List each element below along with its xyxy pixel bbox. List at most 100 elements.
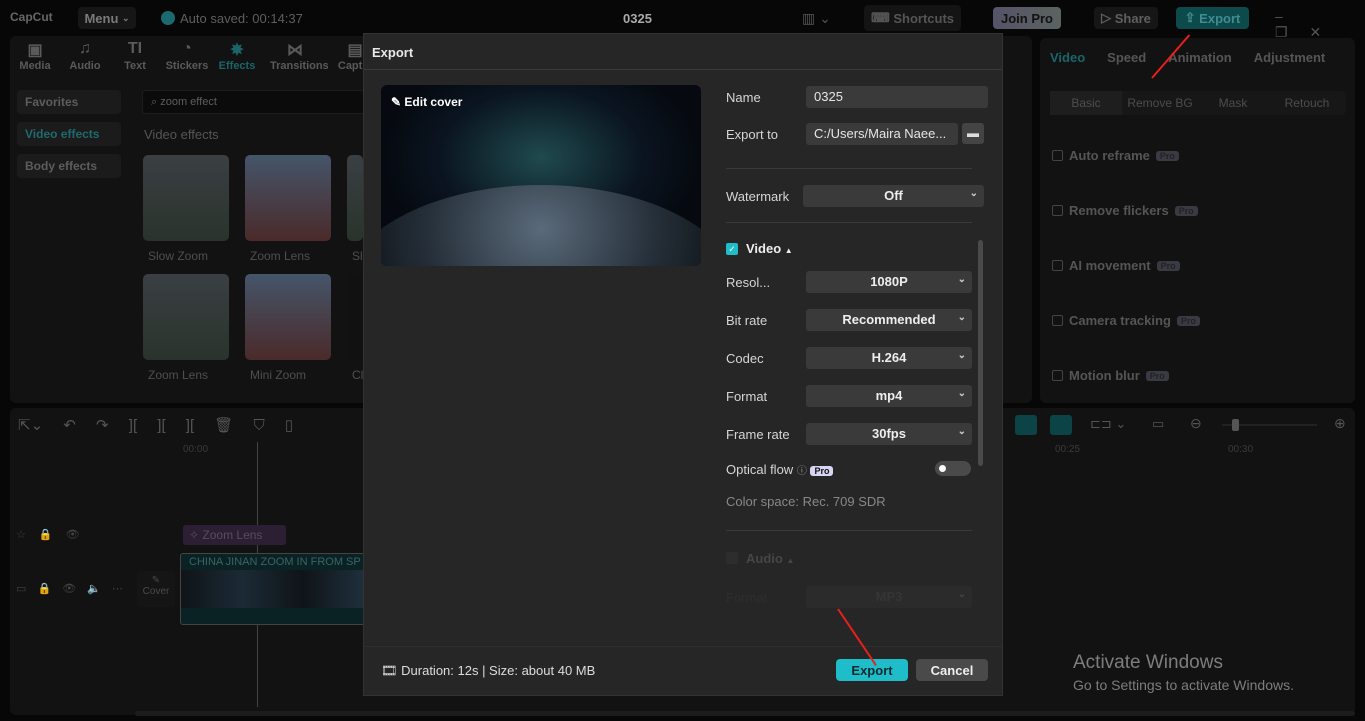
shortcuts-button[interactable]: ⌨ Shortcuts xyxy=(864,5,961,31)
video-section-title[interactable]: Video ▲ xyxy=(746,241,793,256)
window-controls[interactable]: –❐✕ xyxy=(1275,8,1365,41)
search-input[interactable]: ⌕ zoom effect xyxy=(142,90,372,114)
watermark-value: Off xyxy=(884,188,903,203)
video-clip[interactable]: CHINA JINAN ZOOM IN FROM SP xyxy=(180,553,365,625)
zoom-out-icon[interactable]: ⊖ xyxy=(1190,415,1202,432)
video-track-controls[interactable]: ▭ 🔒 👁 🔈 ⋯ xyxy=(16,582,123,595)
checkbox[interactable] xyxy=(1052,370,1063,381)
export-top-button[interactable]: ⇪ Export xyxy=(1176,7,1249,29)
setting-select[interactable]: 30fps ⌄ xyxy=(806,423,972,445)
timeline-scrollbar[interactable] xyxy=(135,711,1355,716)
chevron-down-icon: ⌄ xyxy=(969,188,978,199)
sidebar-item-video-effects[interactable]: Video effects xyxy=(17,122,121,146)
audio-section-title[interactable]: Audio ▲ xyxy=(746,551,794,566)
checkbox[interactable] xyxy=(1052,150,1063,161)
option-remove-flickers[interactable]: Remove flickers Pro xyxy=(1052,203,1198,218)
tab-label: Transitions xyxy=(270,60,329,72)
setting-select[interactable]: H.264 ⌄ xyxy=(806,347,972,369)
setting-select[interactable]: Recommended ⌄ xyxy=(806,309,972,331)
audio-format-value: MP3 xyxy=(875,589,903,604)
tab-label: Media xyxy=(19,60,51,72)
tab-text[interactable]: TI Text xyxy=(110,40,160,72)
effect-label: Mini Zoom xyxy=(250,368,307,382)
name-input[interactable]: 0325 xyxy=(806,86,988,108)
tab-speed[interactable]: Speed xyxy=(1107,50,1146,65)
audio-format-select[interactable]: MP3 ⌄ xyxy=(806,586,972,608)
tab-effects[interactable]: ✸ Effects xyxy=(212,40,262,72)
tab-stickers[interactable]: ◔ Stickers xyxy=(162,40,212,72)
folder-icon[interactable]: ▬ xyxy=(962,123,984,144)
tab-label: Effects xyxy=(218,60,256,72)
setting-label: Format xyxy=(726,389,768,404)
video-clip-label: CHINA JINAN ZOOM IN FROM SP xyxy=(189,556,361,568)
chevron-down-icon: ⌄ xyxy=(122,12,130,23)
tab-transitions[interactable]: ⋈ Transitions xyxy=(270,40,329,72)
effect-thumb-zoom-lens-2[interactable] xyxy=(143,274,229,360)
subtab-retouch[interactable]: Retouch xyxy=(1268,91,1346,115)
tick-label: 00:30 xyxy=(1228,444,1254,455)
option-motion-blur[interactable]: Motion blur Pro xyxy=(1052,368,1169,383)
share-button[interactable]: ▷ Share xyxy=(1094,7,1158,29)
sidebar-item-favorites[interactable]: Favorites xyxy=(17,90,121,114)
earth-image xyxy=(381,185,701,266)
effect-label: Cl xyxy=(352,368,364,382)
tab-adjustment[interactable]: Adjustment xyxy=(1254,50,1326,65)
option-ai-movement[interactable]: AI movement Pro xyxy=(1052,258,1180,273)
join-pro-button[interactable]: Join Pro xyxy=(993,7,1061,29)
audio-checkbox[interactable] xyxy=(726,552,738,564)
ruler-icon[interactable]: ▭ xyxy=(1152,416,1164,432)
zoom-slider[interactable] xyxy=(1222,419,1317,431)
setting-value: Recommended xyxy=(842,312,936,327)
watermark-select[interactable]: Off ⌄ xyxy=(803,185,984,207)
checkbox[interactable] xyxy=(1052,205,1063,216)
tick-label: 00:25 xyxy=(1055,444,1081,455)
tab-audio[interactable]: ♫ Audio xyxy=(60,40,110,72)
export-info-text: Duration: 12s | Size: about 40 MB xyxy=(401,663,596,678)
checkbox[interactable] xyxy=(1052,315,1063,326)
effect-thumb-mini-zoom[interactable] xyxy=(245,274,331,360)
export-to-input[interactable]: C:/Users/Maira Naee... xyxy=(806,123,958,145)
zoom-slider-handle[interactable] xyxy=(1232,419,1239,431)
effect-track-controls[interactable]: ☆ 🔒 👁 xyxy=(16,528,80,541)
effect-thumb-partial-2[interactable] xyxy=(347,274,363,360)
setting-label: Frame rate xyxy=(726,427,790,442)
setting-select[interactable]: mp4 ⌄ xyxy=(806,385,972,407)
cover-preview[interactable]: ✎ Edit cover xyxy=(381,85,701,266)
setting-label: Bit rate xyxy=(726,313,768,328)
sidebar-item-body-effects[interactable]: Body effects xyxy=(17,154,121,178)
effect-thumb-slow-zoom[interactable] xyxy=(143,155,229,241)
zoom-in-icon[interactable]: ⊕ xyxy=(1334,415,1346,432)
share-icon: ▷ xyxy=(1101,10,1115,25)
tab-animation[interactable]: Animation xyxy=(1168,50,1232,65)
video-checkbox[interactable]: ✓ xyxy=(726,243,738,255)
effect-thumb-zoom-lens[interactable] xyxy=(245,155,331,241)
dialog-scrollbar[interactable] xyxy=(978,240,983,466)
snap-icon[interactable] xyxy=(1015,415,1037,435)
edit-cover-button[interactable]: ✎ Edit cover xyxy=(391,95,462,109)
effect-thumb-partial[interactable] xyxy=(347,155,363,241)
tab-media[interactable]: ▣ Media xyxy=(10,40,60,72)
checkbox[interactable] xyxy=(1052,260,1063,271)
link-icon[interactable] xyxy=(1050,415,1072,435)
layout-icon[interactable]: ▥ ⌄ xyxy=(802,10,831,27)
setting-select[interactable]: 1080P ⌄ xyxy=(806,271,972,293)
cancel-button[interactable]: Cancel xyxy=(916,659,988,681)
option-camera-tracking[interactable]: Camera tracking Pro xyxy=(1052,313,1200,328)
tab-label: Audio xyxy=(69,60,101,72)
subtab-basic[interactable]: Basic xyxy=(1050,91,1122,115)
timeline-toolbar[interactable]: ⇱⌄ ↶ ↷ ][ ][ ][ 🗑 ⛉ ▯ xyxy=(18,416,293,434)
subtab-remove-bg[interactable]: Remove BG xyxy=(1122,91,1198,115)
tab-video[interactable]: Video xyxy=(1050,50,1085,65)
export-icon: ⇪ xyxy=(1184,10,1200,25)
effects-icon: ✸ xyxy=(230,42,244,59)
option-auto-reframe[interactable]: Auto reframe Pro xyxy=(1052,148,1179,163)
optical-flow-toggle[interactable] xyxy=(935,461,971,476)
preview-axis-icon[interactable]: ⊏⊐ ⌄ xyxy=(1090,416,1126,432)
subtab-mask[interactable]: Mask xyxy=(1198,91,1268,115)
caret-up-icon: ▲ xyxy=(784,246,793,255)
cover-button[interactable]: ✎ Cover xyxy=(137,571,175,607)
menu-button[interactable]: Menu ⌄ xyxy=(78,7,136,29)
help-icon[interactable]: ⓘ xyxy=(797,466,807,477)
effect-clip[interactable]: ✧ Zoom Lens xyxy=(183,525,286,545)
dialog-title: Export xyxy=(372,45,414,60)
